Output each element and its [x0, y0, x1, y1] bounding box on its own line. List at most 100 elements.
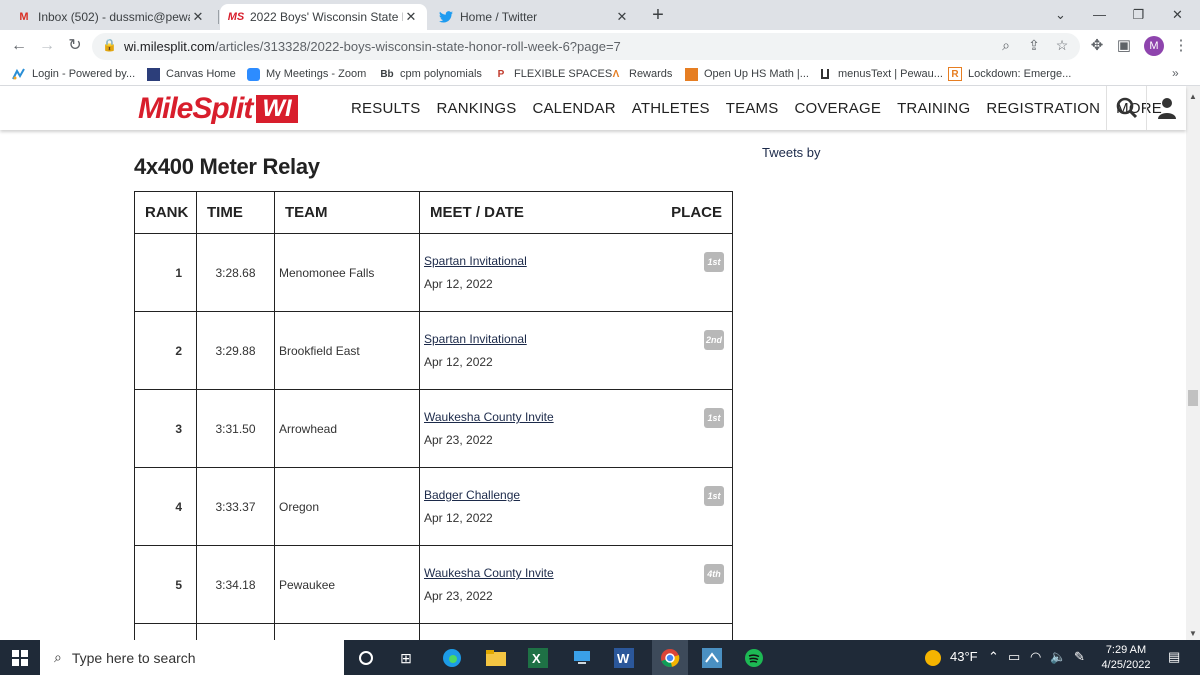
share-icon[interactable]: ⇪ — [1024, 37, 1044, 54]
rank-cell: 4 — [134, 467, 197, 546]
zoom-icon[interactable]: ⌕ — [996, 37, 1016, 54]
team-cell: Brookfield East — [274, 311, 420, 390]
bookmarks-overflow-icon[interactable]: » — [1172, 66, 1179, 80]
word-icon[interactable]: W — [612, 646, 636, 670]
close-icon[interactable]: ✕ — [614, 9, 630, 25]
table-row: 3 3:31.50 Arrowhead Waukesha County Invi… — [134, 389, 733, 468]
bookmark-open-up[interactable]: Open Up HS Math |... — [684, 66, 809, 82]
meet-date: Apr 23, 2022 — [424, 589, 493, 603]
header-place: PLACE — [671, 204, 722, 221]
file-explorer-icon[interactable] — [484, 646, 508, 670]
lock-icon[interactable]: 🔒 — [102, 38, 117, 52]
tab-gmail[interactable]: M Inbox (502) - dussmic@pewauke ✕ — [8, 4, 214, 30]
battery-icon[interactable]: ▭ — [1008, 649, 1020, 665]
new-tab-button[interactable]: + — [648, 4, 668, 26]
time-cell: 3:33.37 — [196, 467, 275, 546]
meet-date: Apr 12, 2022 — [424, 511, 493, 525]
task-view-icon[interactable]: ⊞ — [394, 646, 418, 670]
clock-time: 7:29 AM — [1105, 644, 1147, 656]
account-button[interactable] — [1146, 86, 1186, 130]
weather-sun-icon[interactable] — [924, 649, 942, 670]
excel-icon[interactable]: X — [526, 646, 550, 670]
svg-text:W: W — [617, 651, 630, 666]
extensions-puzzle-icon[interactable]: ✥ — [1086, 36, 1108, 54]
meet-cell: Waukesha County Invite Apr 23, 2022 4th — [419, 545, 733, 624]
windows-start-icon[interactable] — [12, 650, 28, 666]
search-icon: ⌕ — [54, 649, 62, 665]
profile-avatar[interactable]: M — [1144, 36, 1164, 56]
table-row: 4 3:33.37 Oregon Badger Challenge Apr 12… — [134, 467, 733, 546]
table-row: 1 3:28.68 Menomonee Falls Spartan Invita… — [134, 233, 733, 312]
meet-link[interactable]: Spartan Invitational — [424, 332, 527, 346]
nav-athletes[interactable]: ATHLETES — [632, 100, 710, 117]
time-cell: 3:34.18 — [196, 545, 275, 624]
forward-arrow-icon[interactable]: → — [36, 35, 58, 57]
taskbar-clock[interactable]: 7:29 AM 4/25/2022 — [1098, 643, 1154, 673]
notifications-icon[interactable]: ▤ — [1168, 649, 1180, 665]
place-badge: 2nd — [704, 330, 724, 350]
scroll-up-arrow-icon[interactable]: ▲ — [1189, 92, 1197, 101]
tab-separator — [218, 10, 219, 24]
close-window-button[interactable]: ✕ — [1155, 0, 1200, 30]
wifi-icon[interactable]: ◠ — [1030, 649, 1041, 665]
nav-calendar[interactable]: CALENDAR — [532, 100, 615, 117]
bookmark-lockdown[interactable]: R Lockdown: Emerge... — [948, 66, 1071, 82]
bookmark-star-icon[interactable]: ☆ — [1052, 37, 1072, 54]
pen-icon[interactable]: ✎ — [1074, 649, 1085, 665]
scroll-down-arrow-icon[interactable]: ▼ — [1189, 629, 1197, 638]
windows-taskbar: ⌕ Type here to search ⊞ X W 43°F ⌃ ▭ ◠ 🔈… — [0, 640, 1200, 675]
bookmark-zoom[interactable]: My Meetings - Zoom — [246, 66, 366, 82]
taskbar-search-box[interactable]: ⌕ Type here to search — [40, 640, 344, 675]
flex-icon: P — [497, 68, 505, 80]
tweets-by-link[interactable]: Tweets by — [762, 145, 821, 160]
address-bar[interactable]: 🔒 wi.milesplit.com/articles/313328/2022-… — [92, 33, 1080, 60]
nav-rankings[interactable]: RANKINGS — [436, 100, 516, 117]
network-app-icon[interactable] — [700, 646, 724, 670]
bookmark-login[interactable]: Login - Powered by... — [12, 66, 135, 82]
tab-milesplit[interactable]: MS 2022 Boys' Wisconsin State Honc ✕ — [220, 4, 427, 30]
time-cell — [196, 623, 275, 640]
reload-icon[interactable]: ↻ — [64, 35, 86, 57]
scrollbar-thumb[interactable] — [1188, 390, 1198, 406]
clock-date: 4/25/2022 — [1101, 659, 1151, 671]
url-text[interactable]: wi.milesplit.com/articles/313328/2022-bo… — [124, 39, 621, 54]
site-search-button[interactable] — [1106, 86, 1146, 130]
tab-twitter[interactable]: Home / Twitter ✕ — [430, 4, 638, 30]
meet-link[interactable]: Waukesha County Invite — [424, 566, 554, 580]
tab-title: Inbox (502) - dussmic@pewauke — [38, 10, 190, 24]
header-meet-date: MEET / DATE PLACE — [419, 191, 733, 234]
bookmark-rewards[interactable]: Λ Rewards — [609, 66, 673, 82]
weather-temperature[interactable]: 43°F — [950, 649, 978, 664]
meet-link[interactable]: Spartan Invitational — [424, 254, 527, 268]
article-content: 4x400 Meter Relay Tweets by RANK TIME TE… — [0, 130, 1186, 640]
page-scrollbar[interactable]: ▲ ▼ — [1186, 86, 1200, 640]
kebab-menu-icon[interactable]: ⋮ — [1170, 36, 1192, 54]
show-hidden-icons-chevron-icon[interactable]: ⌃ — [988, 649, 999, 665]
nav-results[interactable]: RESULTS — [351, 100, 420, 117]
bookmarks-bar: Login - Powered by... Canvas Home My Mee… — [0, 62, 1200, 86]
back-arrow-icon[interactable]: ← — [8, 35, 30, 57]
milesplit-logo[interactable]: MileSplit WI — [138, 92, 298, 125]
edge-icon[interactable] — [440, 646, 464, 670]
meet-link[interactable]: Badger Challenge — [424, 488, 520, 502]
chrome-icon[interactable] — [652, 640, 688, 675]
nav-registration[interactable]: REGISTRATION — [986, 100, 1100, 117]
rank-cell: 1 — [134, 233, 197, 312]
remote-desktop-icon[interactable] — [570, 646, 594, 670]
lockdown-icon: R — [948, 67, 962, 81]
volume-icon[interactable]: 🔈 — [1050, 649, 1066, 665]
close-icon[interactable]: ✕ — [190, 9, 206, 25]
time-cell: 3:29.88 — [196, 311, 275, 390]
nav-teams[interactable]: TEAMS — [726, 100, 779, 117]
cortana-icon[interactable] — [354, 646, 378, 670]
bookmark-flexible-spaces[interactable]: P FLEXIBLE SPACES — [494, 66, 613, 82]
close-icon[interactable]: ✕ — [403, 9, 419, 25]
meet-link[interactable]: Waukesha County Invite — [424, 410, 554, 424]
nav-training[interactable]: TRAINING — [897, 100, 970, 117]
nav-coverage[interactable]: COVERAGE — [794, 100, 881, 117]
spotify-icon[interactable] — [742, 646, 766, 670]
bookmark-cpm[interactable]: Bb cpm polynomials — [380, 66, 482, 82]
side-panel-icon[interactable]: ▣ — [1113, 36, 1135, 54]
bookmark-menus[interactable]: menusText | Pewau... — [818, 66, 943, 82]
bookmark-canvas[interactable]: Canvas Home — [146, 66, 236, 82]
